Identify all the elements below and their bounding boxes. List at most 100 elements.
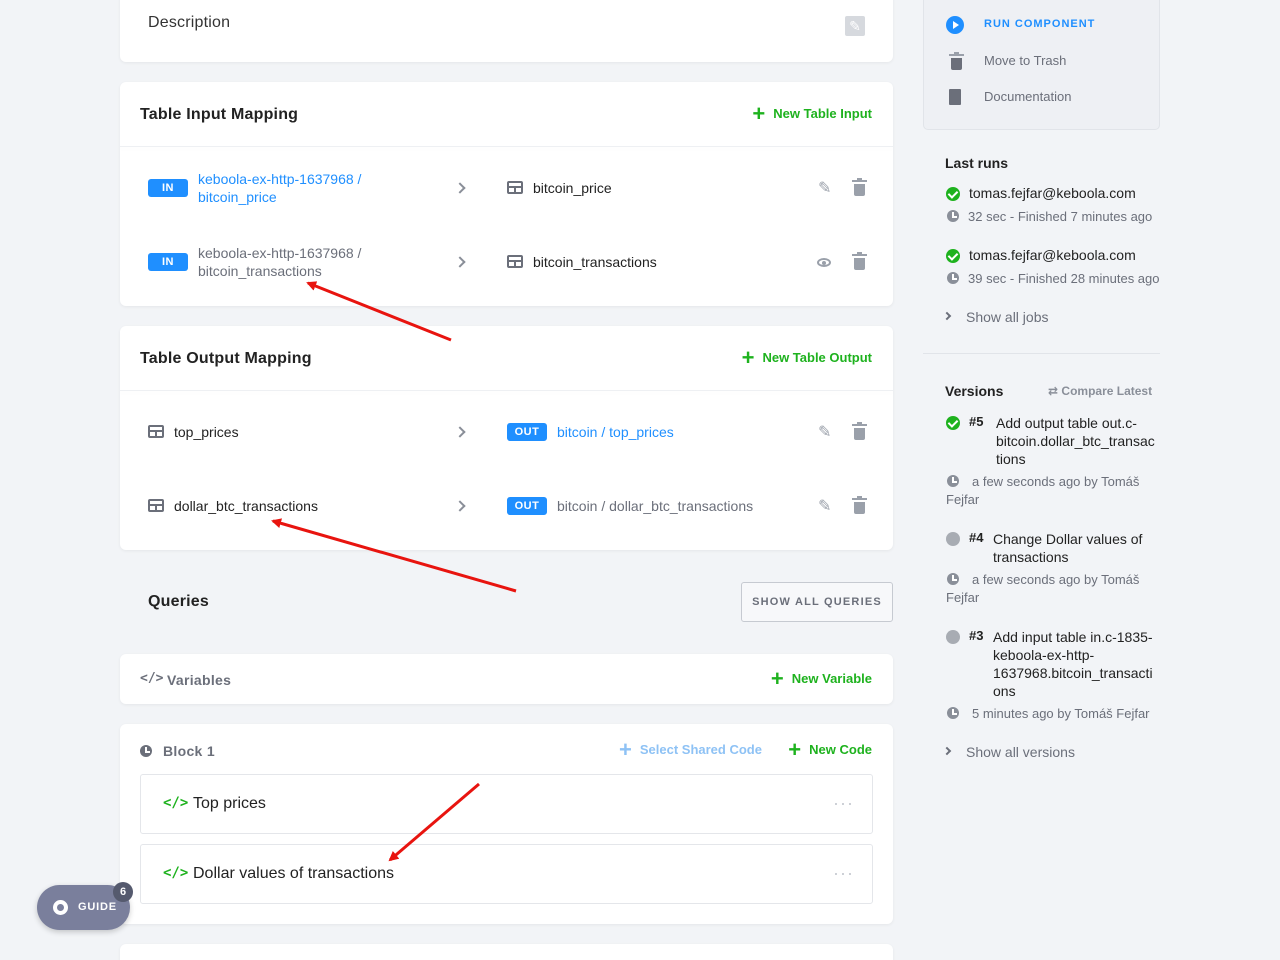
trash-icon[interactable] (852, 252, 867, 270)
variables-title: Variables (167, 672, 232, 688)
versions-title: Versions (945, 383, 1004, 399)
success-icon (946, 249, 960, 263)
input-source-text: keboola-ex-http-1637968 / bitcoin_transa… (198, 245, 362, 279)
run-user-link[interactable]: tomas.fejfar@keboola.com (969, 185, 1136, 201)
trash-icon[interactable] (852, 496, 867, 514)
last-runs-title: Last runs (945, 155, 1009, 171)
input-dest-name: bitcoin_transactions (533, 254, 657, 270)
plus-icon: + (619, 736, 632, 762)
code-icon: </> (163, 795, 189, 811)
run-component-button[interactable]: RUN COMPONENT (984, 18, 1095, 30)
version-description[interactable]: Add output table out.c- bitcoin.dollar_b… (996, 414, 1155, 468)
more-icon[interactable]: ··· (833, 863, 854, 884)
new-code-button[interactable]: + New Code (788, 736, 872, 762)
sidebar-actions-panel: RUN COMPONENT Move to Trash Documentatio… (923, 0, 1160, 130)
trash-icon[interactable] (852, 422, 867, 440)
chevron-right-icon (454, 256, 466, 268)
documentation-link[interactable]: Documentation (984, 89, 1071, 104)
table-icon (148, 499, 164, 512)
out-badge: OUT (507, 423, 547, 441)
trash-icon (949, 52, 964, 70)
show-all-versions-link[interactable]: Show all versions (966, 744, 1075, 760)
chevron-right-icon (454, 500, 466, 512)
pencil-icon[interactable]: ✎ (818, 178, 831, 198)
guide-label: GUIDE (78, 901, 117, 913)
play-icon (946, 16, 964, 34)
new-table-input-button[interactable]: + New Table Input (752, 100, 872, 126)
new-table-output-button[interactable]: + New Table Output (741, 344, 872, 370)
variables-card: </> Variables + New Variable (120, 654, 893, 704)
clock-icon (947, 707, 959, 719)
in-badge: IN (148, 253, 188, 271)
version-number: #4 (969, 530, 984, 545)
eye-icon[interactable] (817, 258, 831, 267)
guide-count-badge: 6 (113, 882, 133, 902)
block-title: Block 1 (163, 743, 215, 759)
trash-icon[interactable] (852, 178, 867, 196)
chevron-right-icon (942, 746, 952, 756)
output-dest-link[interactable]: bitcoin / top_prices (557, 423, 674, 441)
run-info: 39 sec - Finished 28 minutes ago (968, 271, 1160, 286)
table-icon (507, 181, 523, 194)
code-icon: </> (140, 671, 164, 686)
output-mapping-title: Table Output Mapping (140, 350, 312, 367)
version-description[interactable]: Change Dollar values of transactions (993, 530, 1142, 566)
input-dest-name: bitcoin_price (533, 180, 612, 196)
guide-button[interactable]: GUIDE 6 (37, 882, 133, 930)
version-status-icon (946, 630, 960, 644)
input-source-link[interactable]: keboola-ex-http-1637968 / bitcoin_price (198, 170, 361, 206)
version-meta: a few seconds ago by Tomáš (972, 572, 1140, 587)
pencil-icon[interactable]: ✎ (818, 422, 831, 442)
chevron-right-icon (454, 182, 466, 194)
code-icon: </> (163, 865, 189, 881)
divider (120, 146, 893, 147)
plus-icon: + (752, 100, 766, 126)
pencil-icon[interactable]: ✎ (818, 496, 831, 516)
swap-icon: ⇄ (1048, 384, 1059, 398)
plus-icon: + (741, 344, 755, 370)
version-meta: a few seconds ago by Tomáš (972, 474, 1140, 489)
clock-icon (947, 210, 959, 222)
next-card (120, 944, 893, 960)
version-number: #3 (969, 628, 984, 643)
code-item[interactable]: </> Dollar values of transactions ··· (140, 844, 873, 904)
lifebuoy-icon (53, 900, 68, 915)
in-badge: IN (148, 179, 188, 197)
clock-icon (947, 475, 959, 487)
success-icon (946, 187, 960, 201)
version-description[interactable]: Add input table in.c-1835- keboola-ex-ht… (993, 628, 1153, 700)
clock-icon (947, 573, 959, 585)
code-item[interactable]: </> Top prices ··· (140, 774, 873, 834)
output-source-name: top_prices (174, 424, 239, 440)
version-meta: Fejfar (946, 492, 980, 507)
new-variable-button[interactable]: + New Variable (770, 665, 872, 691)
description-card: Description ✎ (120, 0, 893, 62)
input-mapping-title: Table Input Mapping (140, 106, 299, 123)
out-badge: OUT (507, 497, 547, 515)
compare-latest-button[interactable]: ⇄ Compare Latest (1048, 384, 1152, 398)
run-info: 32 sec - Finished 7 minutes ago (968, 209, 1153, 224)
chevron-right-icon (454, 426, 466, 438)
block-card: Block 1 + Select Shared Code + New Code … (120, 724, 893, 924)
chevron-right-icon (942, 311, 952, 321)
success-icon (946, 416, 960, 430)
clock-icon (140, 745, 152, 757)
select-shared-code-button[interactable]: + Select Shared Code (619, 736, 762, 762)
output-source-name: dollar_btc_transactions (174, 498, 318, 514)
edit-description-icon[interactable]: ✎ (845, 16, 865, 36)
move-to-trash-button[interactable]: Move to Trash (984, 53, 1066, 68)
version-meta: Fejfar (946, 590, 980, 605)
table-icon (507, 255, 523, 268)
clock-icon (947, 272, 959, 284)
output-dest-text: bitcoin / dollar_btc_transactions (557, 498, 754, 514)
output-mapping-card: Table Output Mapping + New Table Output … (120, 326, 893, 550)
code-name: Top prices (193, 795, 266, 812)
show-all-jobs-link[interactable]: Show all jobs (966, 309, 1049, 325)
plus-icon: + (770, 665, 784, 691)
show-all-queries-button[interactable]: SHOW ALL QUERIES (741, 582, 893, 622)
plus-icon: + (788, 736, 802, 762)
run-user-link[interactable]: tomas.fejfar@keboola.com (969, 247, 1136, 263)
version-meta: 5 minutes ago by Tomáš Fejfar (972, 706, 1150, 721)
code-name: Dollar values of transactions (193, 865, 394, 882)
more-icon[interactable]: ··· (833, 793, 854, 814)
